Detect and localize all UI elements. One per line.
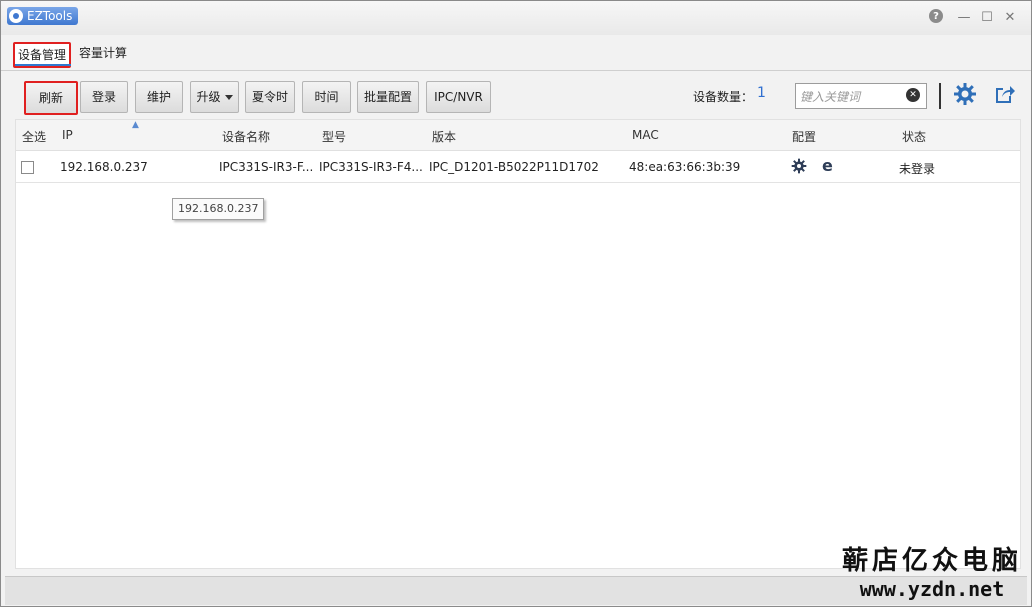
- row-model: IPC331S-IR3-F4...: [319, 160, 423, 174]
- gear-icon[interactable]: [791, 158, 807, 174]
- toolbar: 刷新 登录 维护 升级 夏令时 时间 批量配置 IPC/NVR 设备数量： 1 …: [1, 71, 1031, 119]
- watermark-title: 蕲店亿众电脑: [841, 546, 1022, 576]
- ipc-nvr-button[interactable]: IPC/NVR: [426, 81, 491, 113]
- column-config[interactable]: 配置: [792, 128, 816, 145]
- watermark-url: www.yzdn.net: [859, 577, 1005, 601]
- ie-browser-icon[interactable]: e: [822, 156, 833, 175]
- batch-config-button[interactable]: 批量配置: [357, 81, 419, 113]
- sort-ascending-icon: ▲: [132, 120, 139, 130]
- caret-down-icon: [224, 95, 233, 100]
- table-row[interactable]: 192.168.0.237 IPC331S-IR3-F... IPC331S-I…: [16, 151, 1020, 183]
- help-icon[interactable]: ?: [929, 9, 943, 23]
- toolbar-divider: [939, 83, 941, 109]
- clear-search-icon[interactable]: ✕: [906, 88, 920, 102]
- settings-gear-icon[interactable]: [953, 82, 977, 106]
- title-bar: EZTools ? — ☐ ✕: [1, 1, 1031, 35]
- maximize-icon[interactable]: ☐: [979, 9, 995, 25]
- search-placeholder: 键入关键词: [800, 90, 861, 104]
- column-version[interactable]: 版本: [432, 128, 456, 145]
- app-title-badge: EZTools: [7, 7, 79, 25]
- device-count-label: 设备数量：: [693, 90, 754, 104]
- column-select-all[interactable]: 全选: [22, 128, 46, 145]
- tab-capacity-calculation[interactable]: 容量计算: [76, 42, 130, 64]
- row-checkbox[interactable]: [21, 161, 34, 174]
- close-icon[interactable]: ✕: [1002, 9, 1018, 25]
- watermark: 蕲店亿众电脑 www.yzdn.net: [837, 545, 1027, 601]
- ip-tooltip: 192.168.0.237: [172, 198, 265, 220]
- table-header: 全选 IP ▲ 设备名称 型号 版本 MAC 配置 状态: [16, 120, 1020, 151]
- column-mac[interactable]: MAC: [632, 128, 659, 142]
- upgrade-label: 升级: [196, 90, 221, 104]
- device-count-value: 1: [757, 85, 766, 101]
- refresh-button[interactable]: 刷新: [24, 81, 78, 115]
- maintain-button[interactable]: 维护: [135, 81, 183, 113]
- row-ip: 192.168.0.237: [60, 160, 148, 174]
- row-mac: 48:ea:63:66:3b:39: [629, 160, 741, 174]
- app-logo-icon: [9, 9, 23, 23]
- row-version: IPC_D1201-B5022P11D1702: [429, 160, 599, 174]
- search-input[interactable]: 键入关键词 ✕: [795, 83, 927, 109]
- minimize-icon[interactable]: —: [956, 9, 972, 25]
- time-button[interactable]: 时间: [302, 81, 351, 113]
- column-device-name[interactable]: 设备名称: [222, 128, 270, 145]
- row-device-name: IPC331S-IR3-F...: [219, 160, 314, 174]
- tab-selected-indicator: [15, 64, 71, 66]
- row-status: 未登录: [899, 162, 936, 176]
- export-share-icon[interactable]: [993, 82, 1017, 106]
- login-button[interactable]: 登录: [80, 81, 128, 113]
- upgrade-dropdown-button[interactable]: 升级: [190, 81, 239, 113]
- app-title: EZTools: [27, 9, 73, 23]
- app-window: EZTools ? — ☐ ✕ 设备管理 容量计算 刷新 登录 维护 升级 夏令…: [0, 0, 1032, 607]
- device-table: 全选 IP ▲ 设备名称 型号 版本 MAC 配置 状态 192.168.0.2…: [15, 119, 1021, 569]
- column-ip[interactable]: IP: [62, 128, 73, 142]
- tab-bar: 设备管理 容量计算: [1, 38, 1031, 71]
- column-model[interactable]: 型号: [322, 128, 346, 145]
- dst-button[interactable]: 夏令时: [245, 81, 295, 113]
- column-status[interactable]: 状态: [902, 128, 926, 145]
